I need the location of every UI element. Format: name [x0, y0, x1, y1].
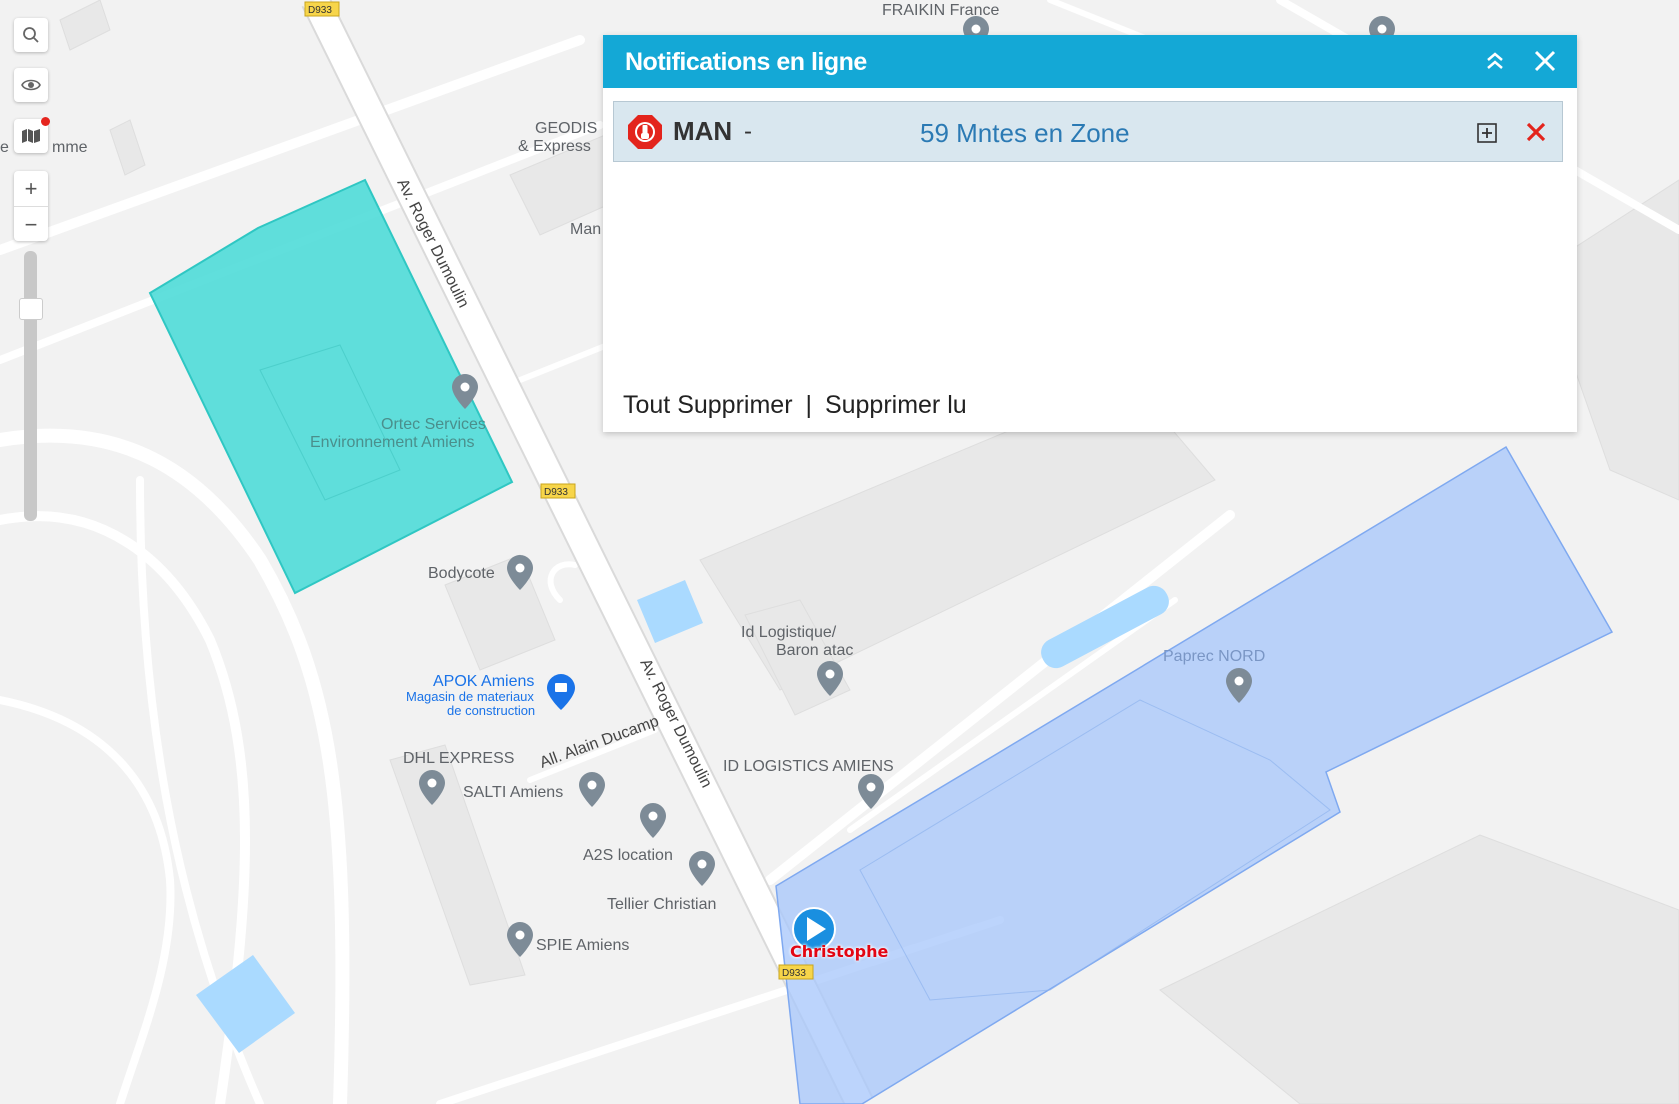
- place-label: APOK Amiens: [433, 673, 534, 690]
- place-label: Man: [570, 221, 601, 238]
- place-label: Ortec Services: [381, 416, 486, 433]
- notification-item[interactable]: MAN - 59 Mntes en Zone: [613, 101, 1563, 162]
- place-label: Baron atac: [776, 642, 853, 659]
- zoom-slider[interactable]: [24, 251, 37, 521]
- place-label: e: [0, 139, 9, 156]
- svg-text:D933: D933: [308, 5, 332, 16]
- link-separator: |: [805, 391, 812, 419]
- zoom-control: + −: [14, 171, 48, 241]
- place-label: mme: [52, 139, 88, 156]
- svg-text:D933: D933: [782, 968, 806, 979]
- delete-icon[interactable]: [1523, 119, 1549, 145]
- eye-icon: [21, 79, 41, 91]
- double-chevron-up-icon: [1487, 52, 1503, 69]
- place-label: FRAIKIN France: [882, 2, 999, 19]
- place-label: GEODIS: [535, 120, 597, 137]
- delete-all-link[interactable]: Tout Supprimer: [623, 391, 793, 419]
- place-label: de construction: [447, 703, 535, 718]
- place-label: Magasin de materiaux: [406, 689, 534, 704]
- search-button[interactable]: [14, 18, 48, 52]
- place-label: A2S location: [583, 847, 673, 864]
- zoom-in-button[interactable]: +: [14, 171, 48, 207]
- place-label: Paprec NORD: [1163, 648, 1265, 665]
- vehicle-label: Christophe: [790, 942, 889, 961]
- road-shield: D933: [540, 483, 576, 499]
- search-icon: [23, 27, 39, 43]
- panel-header: Notifications en ligne: [603, 35, 1577, 88]
- notification-message: 59 Mntes en Zone: [920, 118, 1130, 148]
- road-shield: D933: [778, 964, 814, 980]
- place-label: Id Logistique/: [741, 624, 837, 641]
- place-label: ID LOGISTICS AMIENS: [723, 758, 894, 775]
- zoom-slider-handle[interactable]: [19, 298, 43, 320]
- alert-stop-icon: [628, 115, 662, 149]
- panel-footer: Tout Supprimer | Supprimer lu: [623, 391, 967, 420]
- expand-icon[interactable]: [1476, 122, 1498, 144]
- place-label: Tellier Christian: [607, 896, 716, 913]
- place-label: Bodycote: [428, 565, 495, 582]
- place-label: & Express: [518, 138, 591, 155]
- place-label: DHL EXPRESS: [403, 750, 514, 767]
- close-icon: [1534, 50, 1556, 72]
- delete-read-link[interactable]: Supprimer lu: [825, 391, 967, 419]
- notification-dot: [41, 117, 50, 126]
- collapse-button[interactable]: [1479, 45, 1511, 77]
- road-shield: D933: [304, 1, 340, 17]
- place-label: SALTI Amiens: [463, 784, 563, 801]
- notification-vehicle: MAN: [673, 116, 733, 146]
- notification-separator: -: [744, 118, 752, 145]
- close-button[interactable]: [1529, 45, 1561, 77]
- zoom-out-button[interactable]: −: [14, 207, 48, 242]
- map-icon: [22, 129, 40, 143]
- place-label: Environnement Amiens: [310, 434, 475, 451]
- panel-title: Notifications en ligne: [625, 48, 867, 76]
- place-label: SPIE Amiens: [536, 937, 629, 954]
- notifications-panel: Notifications en ligne MAN - 59 Mntes en…: [603, 35, 1577, 432]
- svg-text:D933: D933: [544, 487, 568, 498]
- visibility-button[interactable]: [14, 68, 48, 102]
